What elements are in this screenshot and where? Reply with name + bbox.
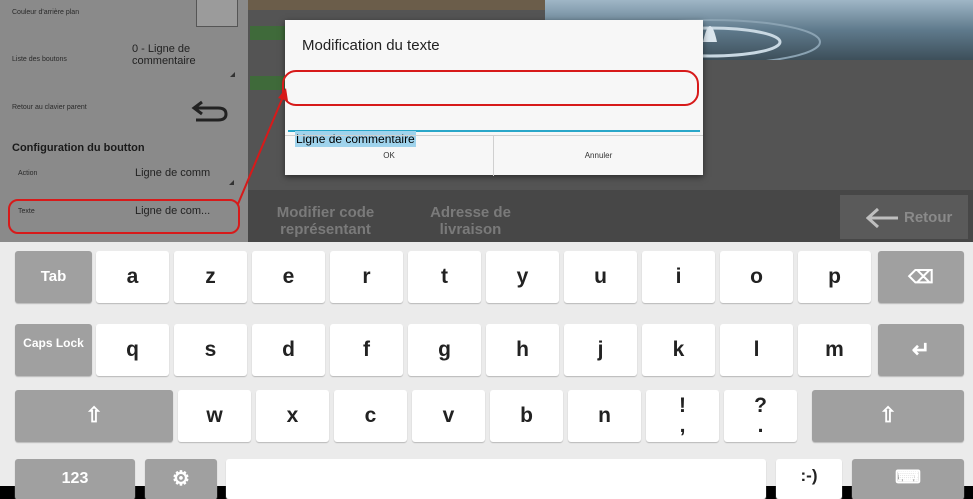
annotation-arrow — [237, 88, 288, 205]
